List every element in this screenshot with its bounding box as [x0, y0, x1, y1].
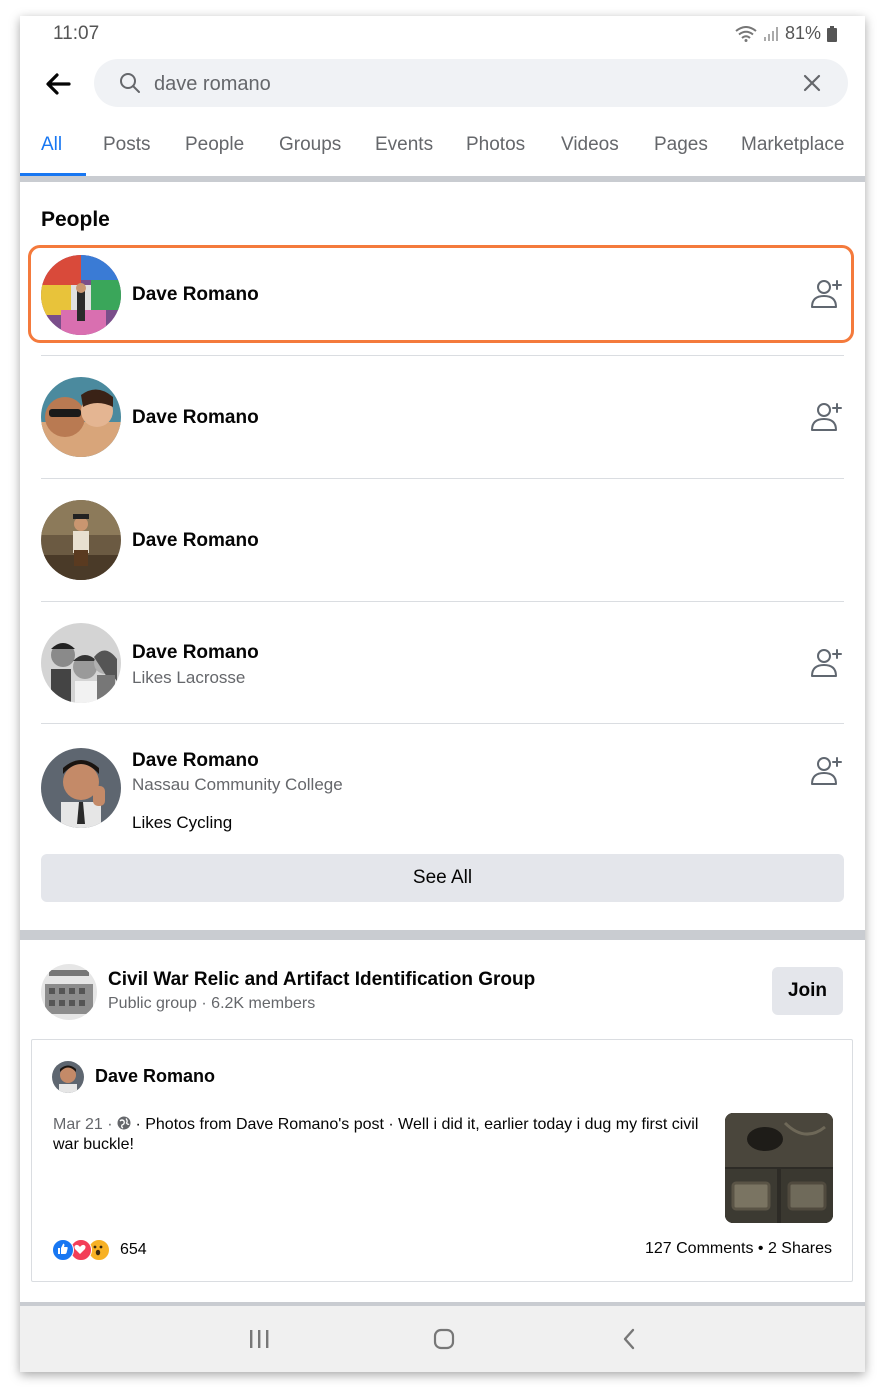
person-name[interactable]: Dave Romano — [132, 284, 259, 306]
person-name[interactable]: Dave Romano — [132, 407, 259, 429]
section-divider — [20, 930, 865, 940]
globe-icon — [117, 1116, 131, 1130]
battery-percent: 81% — [784, 23, 821, 43]
search-row — [20, 56, 865, 112]
see-all-button[interactable]: See All — [41, 854, 844, 902]
post-date[interactable]: Mar 21 · — [53, 1116, 117, 1133]
phone-screen: 11:07 81% dave romano All Posts People G… — [20, 16, 865, 1372]
tab-videos[interactable]: Videos — [561, 134, 619, 156]
post-text: Mar 21 · · Photos from Dave Romano's pos… — [53, 1115, 708, 1155]
person-result-5[interactable]: Dave Romano Nassau Community College Lik… — [41, 748, 844, 860]
person-result-3[interactable]: Dave Romano — [41, 500, 844, 612]
recent-apps-button[interactable] — [241, 1324, 277, 1354]
comments-shares-count[interactable]: 127 Comments • 2 Shares — [645, 1240, 832, 1258]
group-result[interactable]: Civil War Relic and Artifact Identificat… — [20, 956, 865, 1026]
search-input[interactable] — [152, 67, 776, 101]
add-friend-icon[interactable] — [810, 399, 844, 433]
search-box[interactable] — [94, 59, 848, 107]
close-icon[interactable] — [802, 73, 822, 93]
back-arrow-icon — [46, 73, 71, 95]
person-context: Likes Lacrosse — [132, 668, 246, 687]
avatar — [41, 255, 121, 335]
chevron-left-icon — [623, 1328, 635, 1350]
row-divider — [41, 478, 844, 479]
avatar — [52, 1061, 84, 1093]
avatar — [41, 748, 121, 828]
search-icon — [120, 73, 140, 93]
person-name[interactable]: Dave Romano — [132, 750, 259, 772]
people-section-title: People — [41, 208, 110, 231]
avatar — [41, 623, 121, 703]
like-reaction-icon — [52, 1239, 74, 1261]
tab-events[interactable]: Events — [375, 134, 433, 156]
group-name[interactable]: Civil War Relic and Artifact Identificat… — [108, 969, 535, 991]
person-name[interactable]: Dave Romano — [132, 642, 259, 664]
recent-apps-icon — [250, 1330, 269, 1348]
wifi-icon — [735, 25, 757, 42]
person-result-1[interactable]: Dave Romano — [41, 254, 844, 366]
tab-photos[interactable]: Photos — [466, 134, 525, 156]
group-avatar — [41, 964, 97, 1020]
tab-pages[interactable]: Pages — [654, 134, 708, 156]
status-time: 11:07 — [53, 23, 100, 44]
status-bar: 11:07 81% — [20, 16, 865, 52]
person-result-2[interactable]: Dave Romano — [41, 377, 844, 489]
tab-all[interactable]: All — [41, 134, 62, 156]
person-context: Likes Cycling — [132, 813, 233, 832]
back-button[interactable] — [40, 66, 76, 102]
tab-posts[interactable]: Posts — [103, 134, 151, 156]
tab-groups[interactable]: Groups — [279, 134, 341, 156]
join-button[interactable]: Join — [772, 967, 843, 1015]
reactions-summary[interactable]: 654 — [52, 1239, 147, 1261]
system-back-button[interactable] — [611, 1324, 647, 1354]
battery-icon — [827, 25, 837, 42]
row-divider — [41, 723, 844, 724]
group-meta: Public group · 6.2K members — [108, 995, 316, 1012]
avatar — [41, 377, 121, 457]
signal-icon — [763, 26, 778, 41]
person-context: Nassau Community College — [132, 775, 343, 794]
reaction-count: 654 — [120, 1241, 147, 1258]
post-body: · Photos from Dave Romano's post · Well … — [53, 1116, 699, 1153]
avatar — [41, 500, 121, 580]
add-friend-icon[interactable] — [810, 753, 844, 787]
search-filter-tabs: All Posts People Groups Events Photos Vi… — [20, 126, 865, 176]
status-indicators: 81% — [735, 23, 837, 44]
home-button[interactable] — [426, 1324, 462, 1354]
person-name[interactable]: Dave Romano — [132, 530, 259, 552]
add-friend-icon[interactable] — [810, 276, 844, 310]
tab-people[interactable]: People — [185, 134, 244, 156]
home-icon — [433, 1328, 455, 1350]
post-card[interactable]: Dave Romano Mar 21 · · Photos from Dave … — [31, 1039, 853, 1282]
tabs-divider — [20, 176, 865, 182]
tab-marketplace[interactable]: Marketplace — [741, 134, 845, 156]
system-nav-bar — [20, 1306, 865, 1372]
person-result-4[interactable]: Dave Romano Likes Lacrosse — [41, 623, 844, 735]
row-divider — [41, 355, 844, 356]
post-photo-thumbnail[interactable] — [725, 1113, 833, 1223]
row-divider — [41, 601, 844, 602]
reaction-icons — [52, 1239, 110, 1261]
add-friend-icon[interactable] — [810, 645, 844, 679]
post-author[interactable]: Dave Romano — [95, 1066, 215, 1087]
